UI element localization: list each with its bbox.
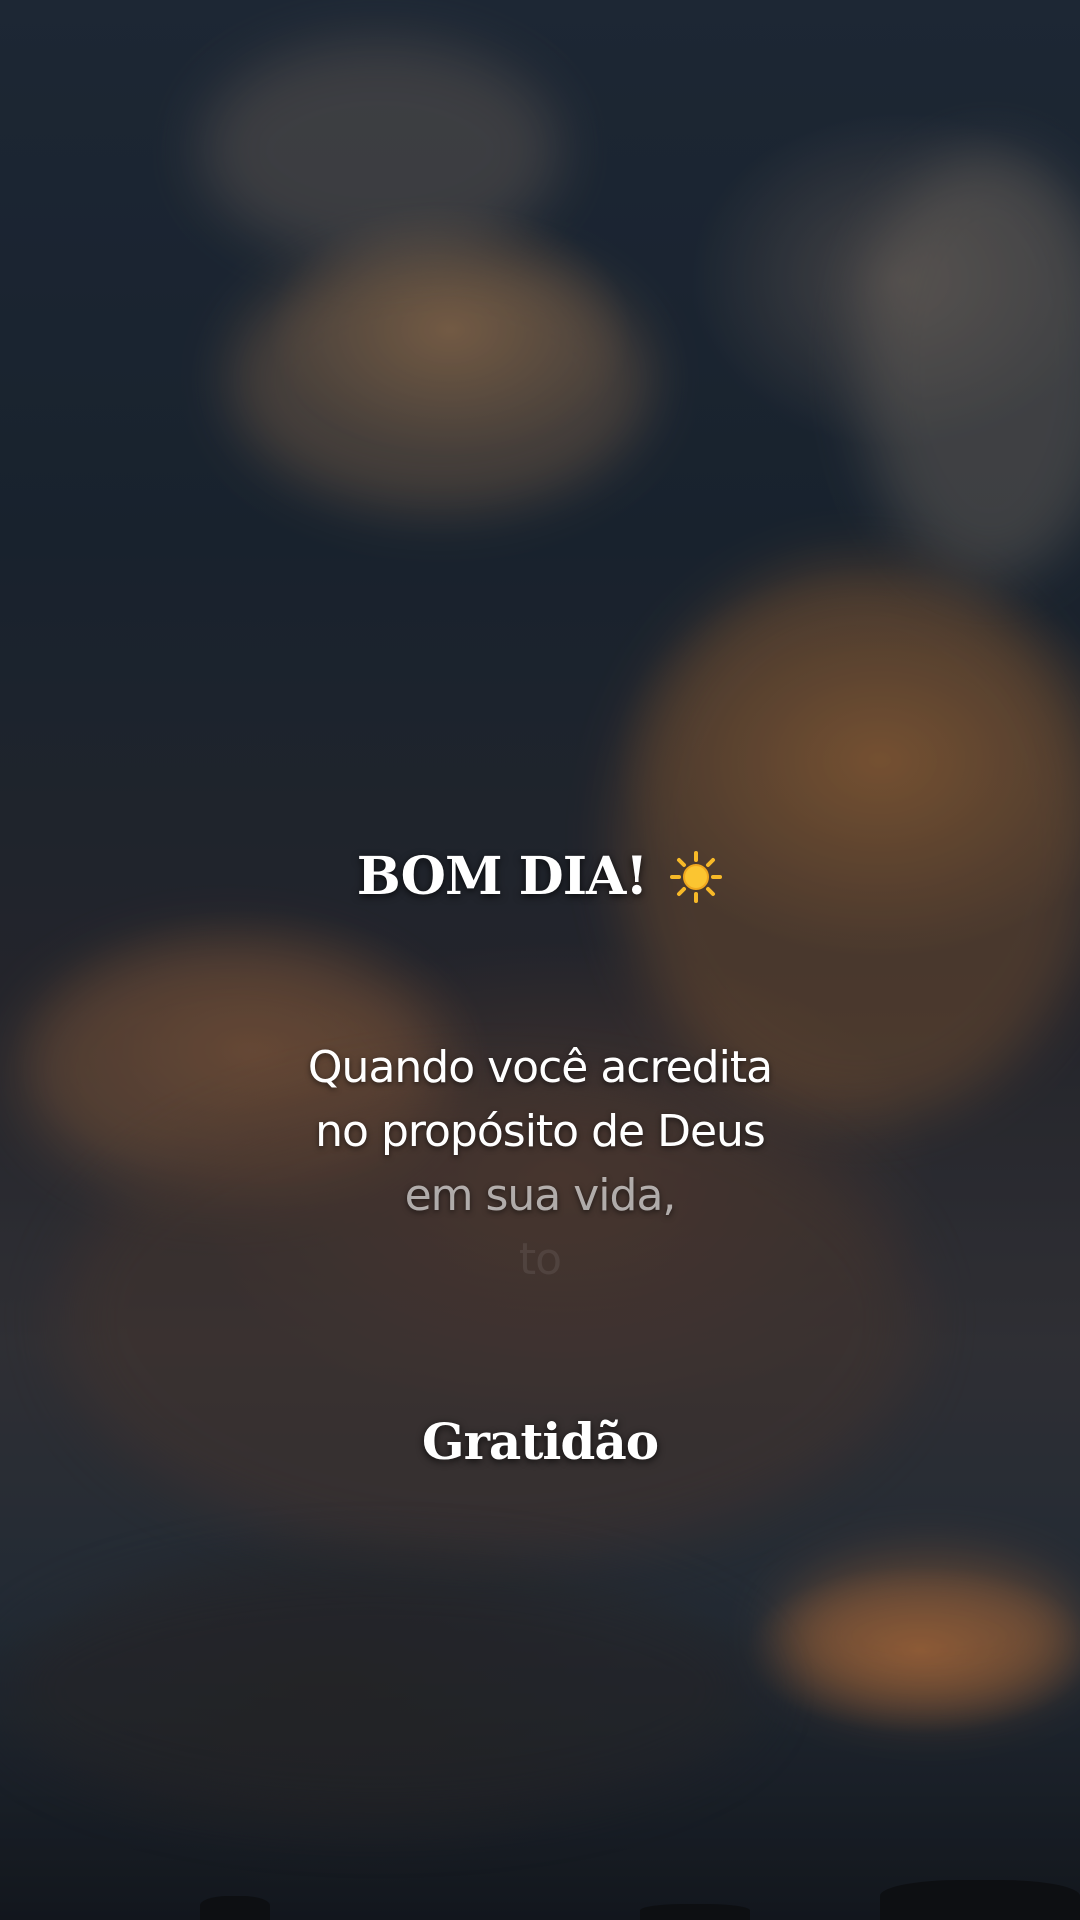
text-overlay: BOM DIA! Quando você acredita no propósi…: [0, 0, 1080, 1920]
sun-icon: [669, 850, 723, 904]
quote-line: Quando você acredita: [307, 1042, 773, 1093]
quote-line-fading: to: [518, 1234, 562, 1285]
greeting-text: BOM DIA!: [356, 846, 648, 907]
signoff-text: Gratidão: [421, 1412, 659, 1471]
quote-line: no propósito de Deus: [315, 1106, 766, 1157]
story-background: BOM DIA! Quando você acredita no propósi…: [0, 0, 1080, 1920]
quote-text: Quando você acredita no propósito de Deu…: [0, 1036, 1080, 1292]
quote-line: em sua vida,: [404, 1170, 677, 1221]
greeting-heading: BOM DIA!: [0, 846, 1080, 907]
